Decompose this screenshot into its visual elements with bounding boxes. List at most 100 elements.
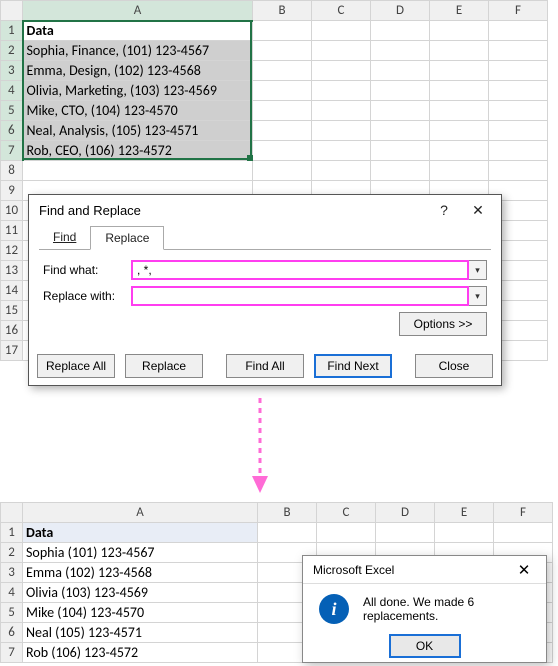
- cell[interactable]: [430, 101, 489, 121]
- cell[interactable]: [258, 523, 317, 543]
- cell[interactable]: [312, 121, 371, 141]
- tab-find[interactable]: Find: [39, 226, 90, 250]
- col-header[interactable]: A: [23, 503, 258, 523]
- cell[interactable]: [489, 101, 548, 121]
- cell[interactable]: [430, 81, 489, 101]
- options-button[interactable]: Options >>: [399, 312, 487, 336]
- row-header[interactable]: 14: [1, 281, 23, 301]
- row-header[interactable]: 7: [1, 643, 23, 663]
- cell[interactable]: [489, 61, 548, 81]
- row-header[interactable]: 2: [1, 543, 23, 563]
- col-header[interactable]: C: [317, 503, 376, 523]
- cell[interactable]: Olivia (103) 123-4569: [23, 583, 258, 603]
- tab-replace[interactable]: Replace: [90, 226, 164, 250]
- cell[interactable]: [371, 101, 430, 121]
- cell[interactable]: Rob, CEO, (106) 123-4572: [23, 141, 253, 161]
- cell[interactable]: [312, 61, 371, 81]
- corner-cell[interactable]: [1, 1, 23, 21]
- messagebox-titlebar[interactable]: Microsoft Excel ✕: [303, 556, 546, 584]
- row-header[interactable]: 17: [1, 341, 23, 361]
- cell[interactable]: [489, 41, 548, 61]
- replace-all-button[interactable]: Replace All: [37, 354, 115, 378]
- cell[interactable]: Sophia, Finance, (101) 123-4567: [23, 41, 253, 61]
- cell[interactable]: [371, 161, 430, 181]
- col-header[interactable]: A: [23, 1, 253, 21]
- cell[interactable]: [489, 21, 548, 41]
- cell[interactable]: [312, 41, 371, 61]
- cell[interactable]: [430, 141, 489, 161]
- cell[interactable]: [489, 141, 548, 161]
- cell[interactable]: [371, 121, 430, 141]
- cell[interactable]: [371, 81, 430, 101]
- col-header[interactable]: D: [371, 1, 430, 21]
- cell[interactable]: [430, 121, 489, 141]
- col-header[interactable]: E: [435, 503, 494, 523]
- row-header[interactable]: 4: [1, 583, 23, 603]
- find-next-button[interactable]: Find Next: [314, 354, 392, 378]
- col-header[interactable]: C: [312, 1, 371, 21]
- cell[interactable]: [253, 41, 312, 61]
- row-header[interactable]: 12: [1, 241, 23, 261]
- cell[interactable]: [430, 61, 489, 81]
- ok-button[interactable]: OK: [389, 634, 461, 658]
- cell[interactable]: Mike (104) 123-4570: [23, 603, 258, 623]
- row-header[interactable]: 13: [1, 261, 23, 281]
- row-header[interactable]: 3: [1, 563, 23, 583]
- chevron-down-icon[interactable]: ▾: [469, 286, 487, 306]
- cell[interactable]: [253, 141, 312, 161]
- row-header[interactable]: 16: [1, 321, 23, 341]
- cell[interactable]: [430, 41, 489, 61]
- col-header[interactable]: F: [494, 503, 553, 523]
- cell[interactable]: Neal (105) 123-4571: [23, 623, 258, 643]
- replace-with-input[interactable]: [131, 286, 469, 306]
- cell[interactable]: [312, 81, 371, 101]
- row-header[interactable]: 9: [1, 181, 23, 201]
- cell[interactable]: Emma (102) 123-4568: [23, 563, 258, 583]
- row-header[interactable]: 1: [1, 523, 23, 543]
- cell[interactable]: [371, 41, 430, 61]
- row-header[interactable]: 10: [1, 201, 23, 221]
- row-header[interactable]: 4: [1, 81, 23, 101]
- cell[interactable]: [371, 61, 430, 81]
- find-all-button[interactable]: Find All: [226, 354, 304, 378]
- cell[interactable]: Rob (106) 123-4572: [23, 643, 258, 663]
- dialog-titlebar[interactable]: Find and Replace ? ✕: [29, 195, 501, 225]
- help-button[interactable]: ?: [427, 198, 461, 222]
- close-icon[interactable]: ✕: [461, 198, 495, 222]
- cell[interactable]: [253, 101, 312, 121]
- cell[interactable]: [435, 523, 494, 543]
- cell[interactable]: [312, 161, 371, 181]
- cell[interactable]: [371, 141, 430, 161]
- cell[interactable]: [317, 523, 376, 543]
- col-header[interactable]: E: [430, 1, 489, 21]
- cell[interactable]: [430, 21, 489, 41]
- cell[interactable]: [253, 21, 312, 41]
- cell[interactable]: [371, 21, 430, 41]
- row-header[interactable]: 2: [1, 41, 23, 61]
- replace-button[interactable]: Replace: [125, 354, 203, 378]
- row-header[interactable]: 5: [1, 603, 23, 623]
- row-header[interactable]: 8: [1, 161, 23, 181]
- row-header[interactable]: 6: [1, 623, 23, 643]
- corner-cell[interactable]: [1, 503, 23, 523]
- col-header[interactable]: B: [258, 503, 317, 523]
- row-header[interactable]: 6: [1, 121, 23, 141]
- cell[interactable]: [253, 121, 312, 141]
- col-header[interactable]: F: [489, 1, 548, 21]
- cell[interactable]: [23, 161, 253, 181]
- row-header[interactable]: 5: [1, 101, 23, 121]
- row-header[interactable]: 15: [1, 301, 23, 321]
- cell[interactable]: [312, 101, 371, 121]
- cell[interactable]: [489, 121, 548, 141]
- cell[interactable]: [253, 161, 312, 181]
- find-what-input[interactable]: [131, 260, 469, 280]
- col-header[interactable]: D: [376, 503, 435, 523]
- col-header[interactable]: B: [253, 1, 312, 21]
- cell[interactable]: Neal, Analysis, (105) 123-4571: [23, 121, 253, 141]
- row-header[interactable]: 11: [1, 221, 23, 241]
- close-icon[interactable]: ✕: [506, 559, 542, 581]
- cell[interactable]: Sophia (101) 123-4567: [23, 543, 258, 563]
- cell[interactable]: Emma, Design, (102) 123-4568: [23, 61, 253, 81]
- cell[interactable]: [253, 81, 312, 101]
- cell[interactable]: Mike, CTO, (104) 123-4570: [23, 101, 253, 121]
